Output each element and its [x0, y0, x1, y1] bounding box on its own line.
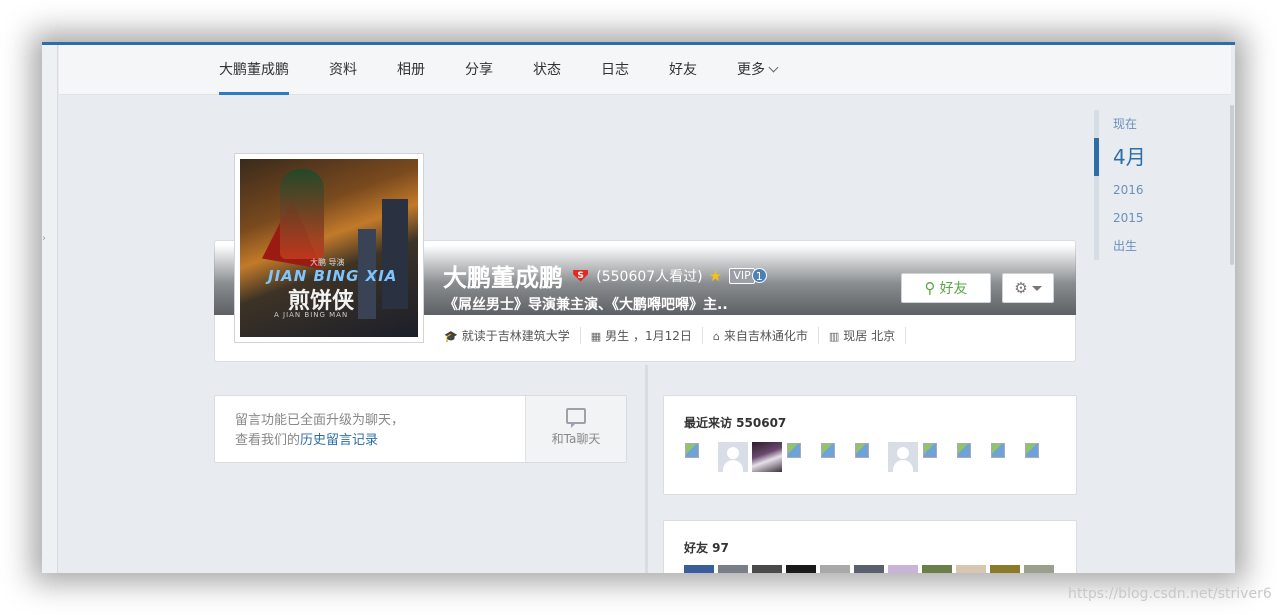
add-friend-button[interactable]: ⚲ 好友: [901, 273, 991, 303]
friends-title[interactable]: 好友 97: [684, 539, 729, 556]
visitor-avatar[interactable]: [718, 442, 748, 472]
visitor-avatar[interactable]: [990, 442, 1020, 472]
chat-bubble-icon: [566, 408, 586, 428]
friend-avatar[interactable]: [684, 565, 714, 573]
column-divider: [645, 365, 648, 573]
vip-badge[interactable]: VIP: [729, 267, 755, 284]
vip-level: 1: [751, 268, 767, 283]
gear-icon: ⚙: [1014, 279, 1028, 297]
add-friend-label: 好友: [939, 281, 968, 297]
superman-s-icon[interactable]: S: [573, 269, 589, 282]
timeline-2016[interactable]: 2016: [1094, 176, 1174, 204]
visitor-avatar[interactable]: [684, 442, 714, 472]
chat-notice-line2: 查看我们的历史留言记录: [235, 431, 404, 451]
building-icon: ▥: [828, 330, 840, 343]
visitor-avatar[interactable]: [786, 442, 816, 472]
star-icon[interactable]: ★: [709, 267, 722, 285]
info-hometown: ⌂ 来自吉林通化市: [713, 327, 819, 344]
timeline-birth[interactable]: 出生: [1094, 232, 1174, 260]
expand-arrow-icon[interactable]: ›: [42, 233, 46, 244]
timeline-april[interactable]: 4月: [1094, 138, 1174, 176]
settings-dropdown-button[interactable]: ⚙: [1002, 273, 1054, 303]
visitor-avatar[interactable]: [752, 442, 782, 472]
add-user-icon: ⚲: [924, 279, 936, 297]
friend-avatar[interactable]: [718, 565, 748, 573]
info-gender-text: 男生 ，1月12日: [605, 329, 692, 343]
profile-info-row: 🎓 就读于吉林建筑大学 ▦ 男生 ，1月12日 ⌂ 来自吉林通化市 ▥ 现居 北京: [444, 327, 916, 344]
visitor-avatar[interactable]: [922, 442, 952, 472]
timeline-nav: 现在 4月 2016 2015 出生: [1094, 110, 1174, 260]
tab-shares[interactable]: 分享: [465, 45, 493, 95]
poster-building: [382, 199, 408, 309]
tab-albums[interactable]: 相册: [397, 45, 425, 95]
recent-visitors-title[interactable]: 最近来访 550607: [684, 414, 786, 431]
left-rail: ›: [42, 45, 58, 573]
profile-name[interactable]: 大鹏董成鹏: [443, 264, 563, 292]
chat-notice-text: 留言功能已全面升级为聊天， 查看我们的历史留言记录: [235, 411, 404, 451]
friend-avatar[interactable]: [888, 565, 918, 573]
info-school-text: 就读于吉林建筑大学: [461, 329, 570, 343]
tab-friends[interactable]: 好友: [669, 45, 697, 95]
chevron-down-icon: [768, 62, 779, 73]
info-residence-text: 现居 北京: [843, 329, 896, 343]
tab-blog[interactable]: 日志: [601, 45, 629, 95]
visitor-avatar[interactable]: [888, 442, 918, 472]
timeline-now[interactable]: 现在: [1094, 110, 1174, 138]
friend-avatar[interactable]: [990, 565, 1020, 573]
poster-subtitle: A JIAN BING MAN: [274, 311, 349, 319]
profile-intro: 《屌丝男士》导演兼主演、《大鹏嘚吧嘚》主..: [444, 297, 728, 313]
chat-notice-box: 留言功能已全面升级为聊天， 查看我们的历史留言记录 和Ta聊天: [214, 395, 627, 463]
tab-more-label: 更多: [737, 62, 765, 78]
profile-name-line: 大鹏董成鹏 S (550607人看过) ★ VIP 1: [443, 258, 767, 293]
tab-more[interactable]: 更多: [737, 45, 779, 95]
caret-down-icon: [1031, 286, 1042, 291]
friend-avatar[interactable]: [786, 565, 816, 573]
graduation-cap-icon: 🎓: [444, 330, 458, 343]
chat-button-label: 和Ta聊天: [551, 432, 601, 446]
view-count: (550607人看过): [596, 268, 703, 285]
timeline-2015[interactable]: 2015: [1094, 204, 1174, 232]
tab-home[interactable]: 大鹏董成鹏: [219, 45, 289, 95]
top-navigation: 大鹏董成鹏 资料 相册 分享 状态 日志 好友 更多: [59, 45, 1231, 95]
friends-card: 好友 97: [663, 520, 1077, 573]
friend-avatar[interactable]: [922, 565, 952, 573]
friend-avatar[interactable]: [820, 565, 850, 573]
friend-avatar-list: [684, 565, 1058, 573]
chat-notice-line1: 留言功能已全面升级为聊天，: [235, 413, 405, 428]
visitor-avatar[interactable]: [956, 442, 986, 472]
friend-avatar[interactable]: [752, 565, 782, 573]
scrollbar-thumb[interactable]: [1230, 105, 1234, 265]
birthday-cake-icon: ▦: [590, 330, 602, 343]
poster-hero: [280, 169, 324, 259]
home-icon: ⌂: [712, 330, 720, 343]
info-school: 🎓 就读于吉林建筑大学: [444, 327, 581, 344]
chat-notice-prefix: 查看我们的: [235, 433, 301, 448]
browser-window: › 大鹏董成鹏 资料 相册 分享 状态 日志 好友 更多 现在 4月 2016 …: [42, 42, 1235, 573]
friend-avatar[interactable]: [1024, 565, 1054, 573]
avatar-poster-image: 大鹏 导演 JIAN BING XIA 煎饼侠 A JIAN BING MAN: [240, 159, 418, 337]
tab-profile-info[interactable]: 资料: [329, 45, 357, 95]
info-residence: ▥ 现居 北京: [828, 327, 907, 344]
visitor-avatar[interactable]: [1024, 442, 1054, 472]
visitor-avatar[interactable]: [854, 442, 884, 472]
watermark: https://blog.csdn.net/striver6: [1068, 586, 1272, 602]
friend-avatar[interactable]: [854, 565, 884, 573]
visitor-avatar[interactable]: [820, 442, 850, 472]
tab-status[interactable]: 状态: [533, 45, 561, 95]
chat-with-user-button[interactable]: 和Ta聊天: [525, 396, 626, 462]
recent-visitors-card: 最近来访 550607: [663, 395, 1077, 495]
visitor-avatar-list: [684, 442, 1058, 472]
history-message-link[interactable]: 历史留言记录: [300, 433, 378, 448]
info-hometown-text: 来自吉林通化市: [723, 329, 808, 343]
profile-avatar[interactable]: 大鹏 导演 JIAN BING XIA 煎饼侠 A JIAN BING MAN: [234, 153, 424, 343]
info-gender-birthday: ▦ 男生 ，1月12日: [591, 327, 703, 344]
friend-avatar[interactable]: [956, 565, 986, 573]
